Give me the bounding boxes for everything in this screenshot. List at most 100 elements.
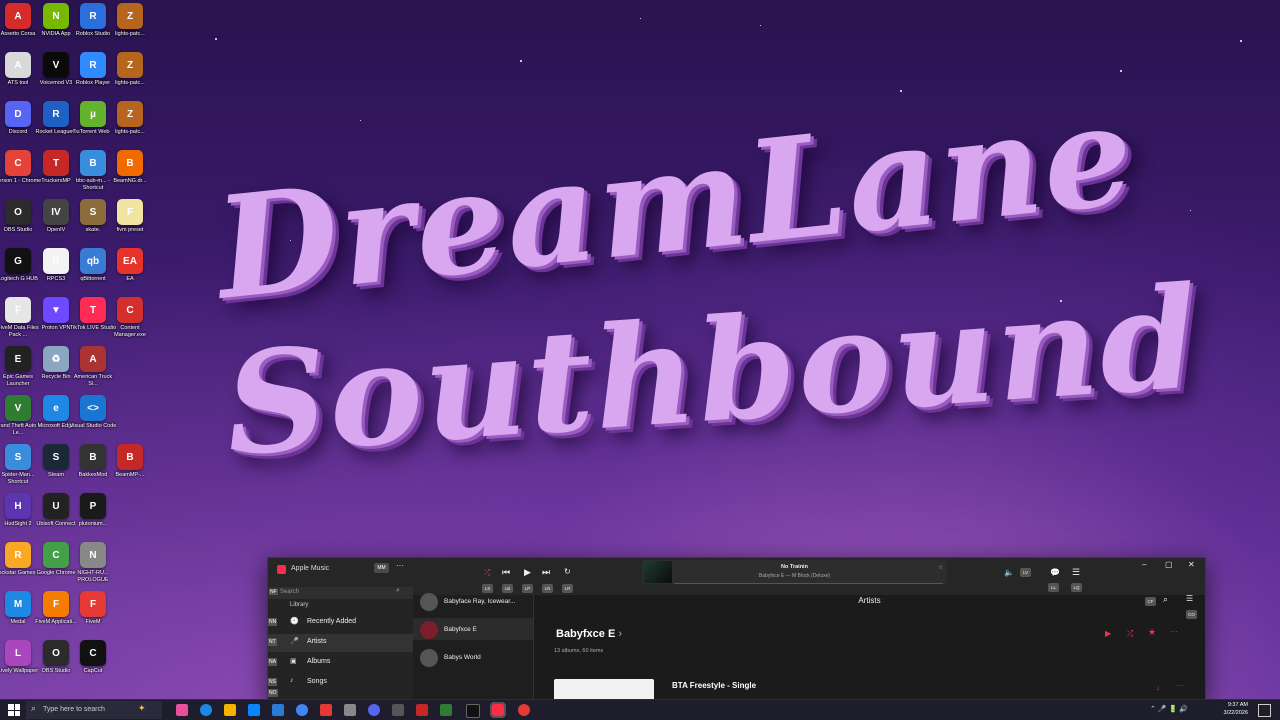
app-icon: C <box>5 150 31 176</box>
desktop-icon[interactable]: Zlights-patc... <box>106 101 154 136</box>
app-icon: N <box>43 3 69 29</box>
desktop-icon[interactable]: <> Visual Studio Code <box>69 395 117 430</box>
app-icon: F <box>5 297 31 323</box>
sidebar-item[interactable]: NA ▣ Albums <box>268 654 413 672</box>
close-icon[interactable]: ✕ <box>1188 560 1195 569</box>
search-field[interactable]: NF Search ⌕ <box>268 587 413 599</box>
app-icon: R <box>5 542 31 568</box>
album-cover[interactable] <box>554 679 654 701</box>
volume-icon[interactable]: 🔈 <box>1004 568 1014 577</box>
sidebar-item-label: Artists <box>307 638 327 645</box>
logitech-icon[interactable] <box>466 704 480 718</box>
file-explorer-icon[interactable] <box>224 704 236 716</box>
desktop-icon[interactable]: F FiveM <box>69 591 117 626</box>
control-chip[interactable]: LR <box>562 584 573 593</box>
minimize-icon[interactable]: – <box>1142 560 1146 569</box>
right-chip[interactable]: LL <box>1048 583 1059 592</box>
app-icon: A <box>5 52 31 78</box>
previous-icon[interactable]: ⏮ <box>502 567 510 578</box>
app-icon: B <box>80 444 106 470</box>
avatar <box>420 649 438 667</box>
app-icon[interactable] <box>344 704 356 716</box>
start-icon[interactable] <box>8 704 20 716</box>
acrobat-icon[interactable] <box>416 704 428 716</box>
app-2-icon[interactable] <box>518 704 530 716</box>
app-icon: V <box>5 395 31 421</box>
notification-icon[interactable] <box>1258 704 1271 717</box>
fivem-icon[interactable] <box>320 704 332 716</box>
repeat-icon[interactable]: ↻ <box>564 567 571 576</box>
maximize-icon[interactable]: ▢ <box>1165 560 1173 569</box>
favorite-artist-icon[interactable]: ★ <box>1148 627 1156 638</box>
desktop-icon[interactable]: Zlights-patc... <box>106 3 154 38</box>
edge-icon[interactable] <box>200 704 212 716</box>
wallpaper-title: DreamLane Southbound <box>195 72 1205 490</box>
app-icon: D <box>5 101 31 127</box>
gta-icon[interactable] <box>440 704 452 716</box>
desktop-icon[interactable]: N NIGHT-RU... PROLOGUE <box>69 542 117 583</box>
apple-music-taskbar-icon[interactable] <box>490 702 506 718</box>
now-playing-panel[interactable]: No Trainin Babyfxce E — M Block (Deluxe)… <box>642 560 947 584</box>
mail-icon[interactable] <box>272 704 284 716</box>
apple-music-window[interactable]: Apple Music MM ··· ⤮ ⏮ ▶ ⏭ ↻ LS LB LP LN LR … <box>267 557 1206 702</box>
copilot-icon[interactable] <box>176 704 188 716</box>
control-chip[interactable]: LN <box>542 584 553 593</box>
next-icon[interactable]: ⏭ <box>542 567 550 578</box>
desktop-icon[interactable]: Pplutonium... <box>69 493 117 528</box>
tray-icons[interactable]: ⌃ 🎤 🔋 🔊 <box>1150 705 1188 713</box>
app-icon: F <box>43 591 69 617</box>
app-icon: G <box>5 248 31 274</box>
store-icon[interactable] <box>248 704 260 716</box>
desktop-icon[interactable]: B BeamNG.dr... <box>106 150 154 185</box>
queue-icon[interactable]: ☰ <box>1072 567 1080 578</box>
sidebar-item-icon: 🎤 <box>290 638 299 645</box>
desktop-icon[interactable]: C CapCut <box>69 640 117 675</box>
more-artist-icon[interactable]: ··· <box>1170 627 1178 636</box>
artists-header: Artists <box>858 596 881 605</box>
right-chip[interactable]: LV <box>1020 568 1031 577</box>
chrome-icon[interactable] <box>296 704 308 716</box>
sidebar-item[interactable]: NS ♪ Songs <box>268 674 413 692</box>
desktop-icon[interactable]: A American Truck Si... <box>69 346 117 387</box>
artist-row[interactable]: Babyfxce E <box>413 618 533 640</box>
artist-row[interactable]: Babys World <box>413 646 533 668</box>
capcut-icon[interactable] <box>392 704 404 716</box>
desktop-icon[interactable]: Ffivm preset <box>106 199 154 234</box>
more-icon[interactable]: ··· <box>396 561 404 570</box>
play-icon[interactable]: ▶ <box>524 567 531 578</box>
sidebar-item[interactable]: NT 🎤 Artists <box>268 634 413 652</box>
sidebar-item[interactable]: NN 🕘 Recently Added <box>268 614 413 632</box>
search-icon: ⌕ <box>31 703 37 713</box>
shuffle-icon[interactable]: ⤮ <box>484 568 490 578</box>
app-icon: U <box>43 493 69 519</box>
filter-icon[interactable]: ☰ <box>1186 594 1193 603</box>
album-title[interactable]: BTA Freestyle - Single <box>672 681 756 690</box>
discord-icon[interactable] <box>368 704 380 716</box>
app-icon: Z <box>117 3 143 29</box>
favorite-star-icon[interactable]: ☆ <box>938 564 943 571</box>
header-chip-co[interactable]: CO <box>1186 610 1197 619</box>
desktop-icon-label: lights-patc... <box>115 80 145 86</box>
album-more-icon[interactable]: ··· <box>1176 681 1184 690</box>
track-subtitle: Babyfxce E — M Block (Deluxe) <box>758 573 831 579</box>
avatar <box>420 621 438 639</box>
user-badge[interactable]: MM <box>374 563 389 573</box>
artist-row[interactable]: Babyface Ray, Icewear... <box>413 590 533 612</box>
desktop-icon[interactable]: B BeamMP-... <box>106 444 154 479</box>
shuffle-artist-icon[interactable]: ⤮ <box>1127 629 1133 639</box>
play-artist-icon[interactable]: ▶ <box>1105 629 1111 638</box>
desktop-icon[interactable]: Zlights-patc... <box>106 52 154 87</box>
clock[interactable]: 9:37 AM 3/22/2026 <box>1218 701 1248 717</box>
right-chip[interactable]: LQ <box>1071 583 1082 592</box>
download-icon[interactable]: ↓ <box>1156 683 1160 692</box>
search-highlight-icon: ✦ <box>138 703 146 713</box>
app-icon: R <box>43 248 69 274</box>
progress-bar[interactable] <box>674 583 943 584</box>
header-chip-cf[interactable]: CF <box>1145 597 1156 606</box>
desktop-icon[interactable]: C Content Manager.exe <box>106 297 154 338</box>
search-icon[interactable]: ⌕ <box>1163 594 1168 605</box>
lyrics-icon[interactable]: 💬 <box>1050 568 1060 577</box>
app-title: Apple Music <box>291 565 330 572</box>
desktop-icon[interactable]: EA EA <box>106 248 154 283</box>
taskbar-search[interactable]: ⌕ Type here to search ✦ <box>26 701 162 719</box>
